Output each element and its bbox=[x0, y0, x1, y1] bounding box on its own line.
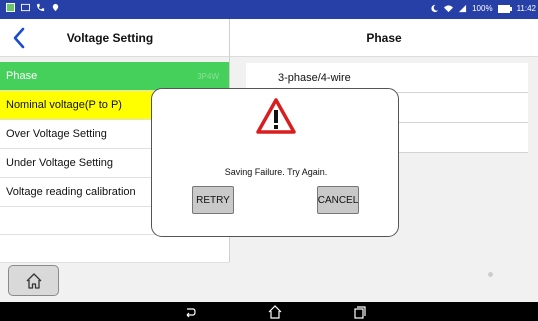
signal-icon bbox=[458, 4, 467, 13]
chevron-left-icon bbox=[13, 27, 25, 49]
back-button[interactable] bbox=[10, 26, 30, 50]
cancel-button[interactable]: CANCEL bbox=[317, 186, 359, 214]
back-arrow-icon[interactable] bbox=[183, 305, 197, 319]
moon-icon bbox=[431, 4, 439, 13]
menu-item-phase[interactable]: Phase 3P4W bbox=[0, 62, 229, 91]
menu-item-value: 3P4W bbox=[197, 71, 219, 81]
option-label: 3-phase/4-wire bbox=[278, 71, 351, 84]
home-icon bbox=[26, 272, 41, 289]
detail-title: Phase bbox=[366, 31, 402, 45]
left-panel-header: Voltage Setting bbox=[0, 19, 229, 57]
menu-item-label: Voltage reading calibration bbox=[6, 186, 136, 198]
right-panel-header: Phase bbox=[230, 19, 538, 57]
recents-icon[interactable] bbox=[352, 305, 366, 319]
status-notifications bbox=[6, 3, 60, 12]
page-title: Voltage Setting bbox=[66, 31, 154, 45]
home-button[interactable] bbox=[8, 265, 59, 296]
menu-item-empty bbox=[0, 235, 229, 263]
battery-icon bbox=[497, 4, 512, 13]
wifi-icon bbox=[444, 5, 454, 13]
menu-item-label: Phase bbox=[6, 70, 38, 82]
location-notification-icon bbox=[52, 3, 59, 12]
retry-button[interactable]: RETRY bbox=[192, 186, 234, 214]
gallery-notification-icon bbox=[6, 3, 15, 12]
status-bar: 100% 11:42 bbox=[0, 0, 538, 19]
page-indicator-dot bbox=[488, 272, 493, 277]
warning-triangle-icon bbox=[256, 98, 296, 134]
menu-item-label: Over Voltage Setting bbox=[6, 128, 107, 140]
status-indicators: 100% 11:42 bbox=[430, 4, 536, 13]
menu-item-label: Nominal voltage(P to P) bbox=[6, 99, 122, 111]
home-outline-icon[interactable] bbox=[268, 305, 282, 319]
dialog-message: Saving Failure. Try Again. bbox=[224, 167, 328, 177]
error-dialog: Saving Failure. Try Again. RETRY CANCEL bbox=[151, 88, 399, 237]
battery-percent: 100% bbox=[472, 4, 493, 13]
message-notification-icon bbox=[21, 3, 30, 12]
phone-notification-icon bbox=[36, 3, 45, 12]
clock: 11:42 bbox=[516, 4, 536, 13]
system-nav-bar bbox=[0, 302, 538, 321]
menu-item-label: Under Voltage Setting bbox=[6, 157, 114, 169]
